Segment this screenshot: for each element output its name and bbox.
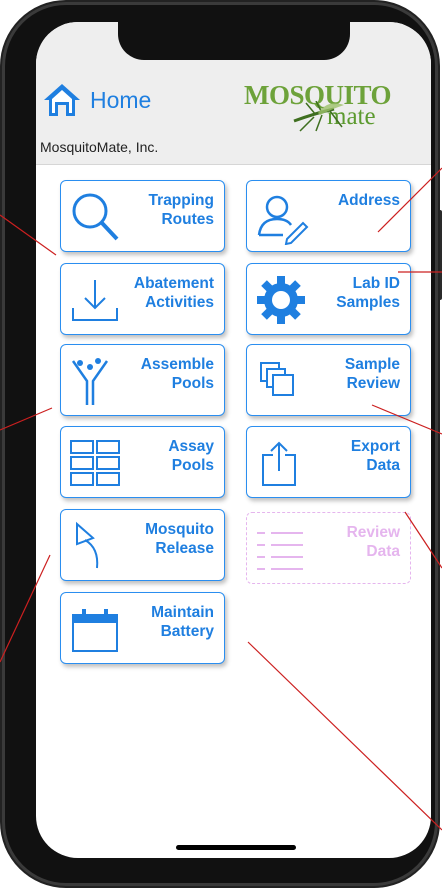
mosquitomate-logo: MOSQUITO mate [232,79,418,133]
assemble-pools-tile[interactable]: Assemble Pools [60,344,225,416]
tile-label: Review Data [346,524,400,560]
phone-frame: Home MosquitoMate, Inc. MOSQUITO mate Tr… [2,2,438,886]
tile-label: Maintain Battery [151,604,214,640]
tile-label: Abatement Activities [133,275,214,311]
export-data-tile[interactable]: Export Data [246,426,411,498]
abatement-activities-tile[interactable]: Abatement Activities [60,263,225,335]
home-button[interactable]: Home [42,82,151,118]
tile-label: Mosquito Release [145,521,214,557]
mosquito-logo-icon [293,101,344,132]
trapping-routes-tile[interactable]: Trapping Routes [60,180,225,252]
address-tile[interactable]: Address [246,180,411,252]
sample-review-tile[interactable]: Sample Review [246,344,411,416]
home-label: Home [90,86,152,113]
mosquito-release-tile[interactable]: Mosquito Release [60,509,225,581]
tile-label: Address [337,192,400,209]
tile-label: Trapping Routes [148,192,214,228]
tile-label: Lab ID Samples [336,275,400,311]
app-screen: Home MosquitoMate, Inc. MOSQUITO mate Tr… [36,22,431,858]
tile-label: Export Data [350,438,400,474]
maintain-battery-tile[interactable]: Maintain Battery [60,592,225,664]
side-button [438,210,442,300]
home-indicator [176,845,296,850]
lab-id-samples-tile[interactable]: Lab ID Samples [246,263,411,335]
tile-label: Assemble Pools [140,356,214,392]
company-name: MosquitoMate, Inc. [40,139,159,155]
review-data-tile: Review Data [246,512,411,584]
tile-label: Assay Pools [168,438,214,474]
house-icon [44,84,80,116]
assay-pools-tile[interactable]: Assay Pools [60,426,225,498]
device-notch [118,22,350,60]
tile-label: Sample Review [344,356,400,392]
